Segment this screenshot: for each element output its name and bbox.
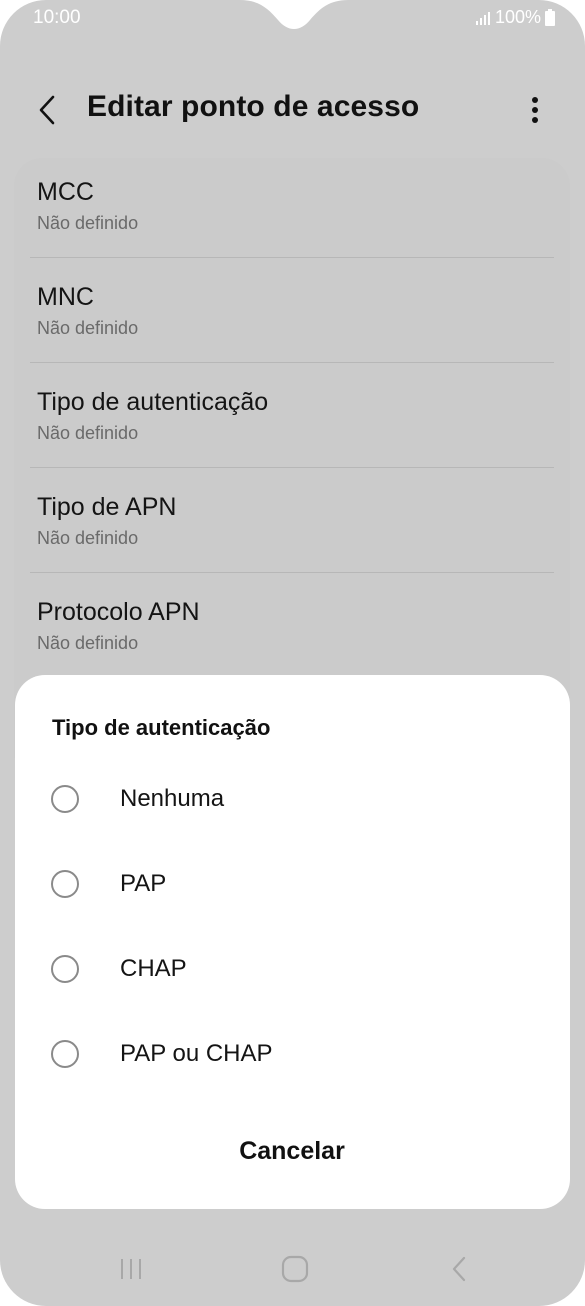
option-label: Nenhuma (120, 785, 225, 812)
option-pap[interactable]: PAP (35, 850, 550, 920)
option-chap[interactable]: CHAP (35, 935, 550, 1005)
setting-value: Não definido (37, 318, 139, 338)
option-nenhuma[interactable]: Nenhuma (35, 765, 550, 835)
setting-value: Não definido (37, 633, 139, 653)
setting-title: Tipo de autenticação (37, 388, 269, 416)
setting-value: Não definido (37, 423, 139, 443)
option-label: CHAP (120, 955, 187, 982)
radio-button[interactable] (51, 785, 79, 813)
radio-button[interactable] (51, 1040, 79, 1068)
setting-title: Protocolo APN (37, 598, 200, 626)
setting-value: Não definido (37, 528, 139, 548)
phone-screen: 10:00 100% Editar ponto de acesso MCC Nã… (0, 0, 585, 1306)
setting-item-apn-protocol[interactable]: Protocolo APN Não definido (30, 578, 554, 683)
option-label: PAP ou CHAP (120, 1040, 273, 1067)
divider (30, 467, 554, 468)
signal-icon (475, 11, 490, 25)
navigation-bar (0, 1240, 585, 1300)
divider (30, 572, 554, 573)
setting-item-auth-type[interactable]: Tipo de autenticação Não definido (30, 368, 554, 473)
cancel-button[interactable]: Cancelar (192, 1125, 392, 1177)
setting-title: MNC (37, 283, 94, 311)
setting-value: Não definido (37, 213, 139, 233)
app-header: Editar ponto de acesso (0, 80, 585, 140)
setting-item-mnc[interactable]: MNC Não definido (30, 263, 554, 368)
radio-button[interactable] (51, 955, 79, 983)
divider (30, 257, 554, 258)
divider (30, 362, 554, 363)
settings-list: MCC Não definido MNC Não definido Tipo d… (14, 158, 570, 758)
battery-icon (545, 9, 555, 26)
battery-percent: 100% (494, 7, 541, 27)
setting-title: Tipo de APN (37, 493, 177, 521)
more-vertical-icon[interactable] (522, 92, 548, 128)
back-icon[interactable] (448, 1254, 472, 1284)
setting-item-mcc[interactable]: MCC Não definido (30, 158, 554, 263)
dialog-title: Tipo de autenticação (52, 715, 271, 740)
status-bar: 10:00 100% (0, 0, 585, 36)
recent-apps-icon[interactable] (118, 1254, 144, 1284)
setting-item-apn-type[interactable]: Tipo de APN Não definido (30, 473, 554, 578)
option-pap-ou-chap[interactable]: PAP ou CHAP (35, 1020, 550, 1090)
home-icon[interactable] (280, 1254, 310, 1284)
status-icons: 100% (475, 7, 555, 28)
chevron-left-icon[interactable] (34, 92, 62, 128)
option-label: PAP (120, 870, 167, 897)
setting-title: MCC (37, 178, 94, 206)
radio-button[interactable] (51, 870, 79, 898)
auth-type-dialog: Tipo de autenticação Nenhuma PAP CHAP PA… (15, 675, 570, 1209)
page-title: Editar ponto de acesso (87, 90, 420, 123)
